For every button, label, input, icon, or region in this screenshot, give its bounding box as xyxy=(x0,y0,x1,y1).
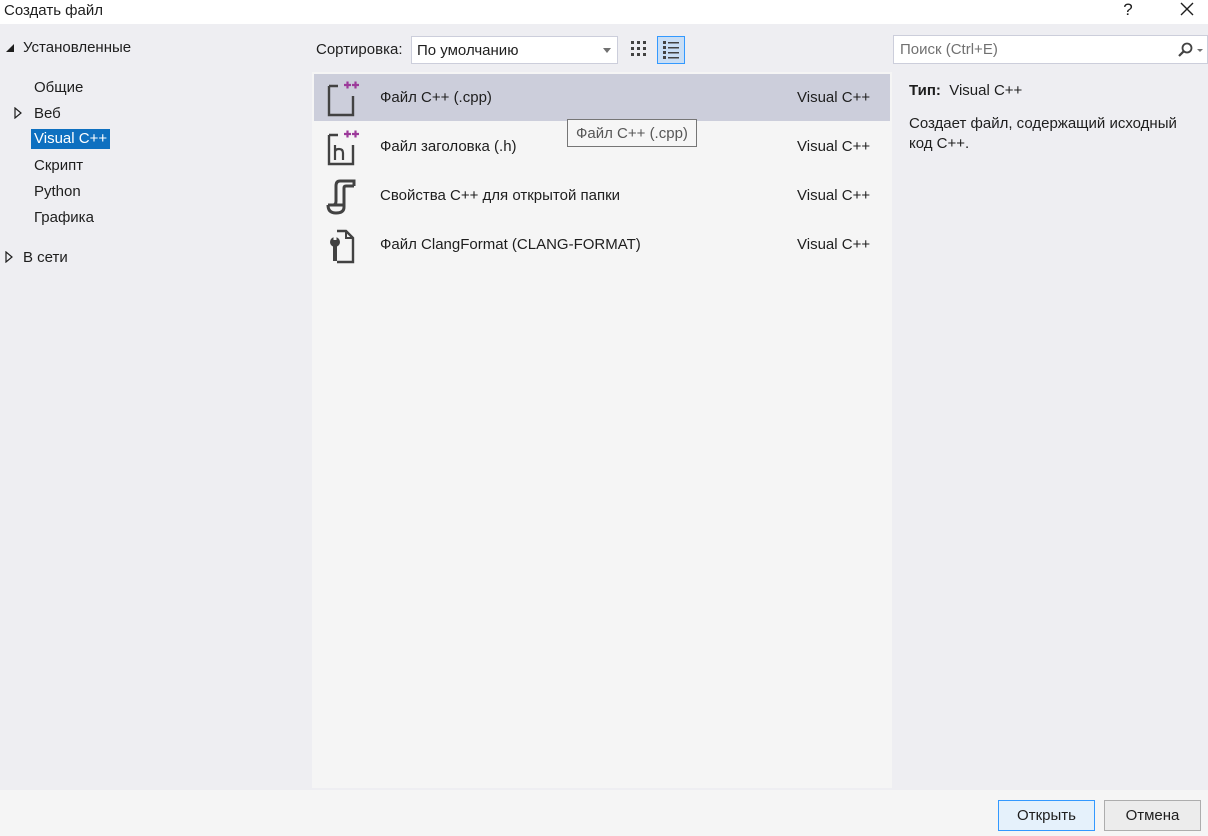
template-name: Файл ClangFormat (CLANG-FORMAT) xyxy=(380,236,641,253)
sort-label: Сортировка: xyxy=(316,41,403,58)
template-name: Файл заголовка (.h) xyxy=(380,138,517,155)
tree-item-web[interactable]: Веб xyxy=(34,105,61,122)
template-language: Visual C++ xyxy=(797,89,871,106)
list-view-button[interactable] xyxy=(657,36,685,64)
header-file-icon xyxy=(327,130,359,166)
template-list: Файл C++ (.cpp) Visual C++ Файл заголовк… xyxy=(312,72,892,788)
close-button[interactable] xyxy=(1174,0,1200,22)
collapsed-arrow-icon[interactable] xyxy=(14,107,22,119)
search-input[interactable] xyxy=(894,36,1164,63)
template-name: Свойства C++ для открытой папки xyxy=(380,187,621,204)
sort-dropdown[interactable]: По умолчанию xyxy=(411,36,618,64)
tree-item-python[interactable]: Python xyxy=(34,183,81,200)
window-title: Создать файл xyxy=(4,2,103,19)
sort-value: По умолчанию xyxy=(417,42,519,59)
template-language: Visual C++ xyxy=(797,236,871,253)
detail-type-value: Visual C++ xyxy=(949,82,1023,99)
expanded-arrow-icon[interactable] xyxy=(5,43,15,53)
list-view-icon xyxy=(663,41,679,59)
small-icons-view-icon xyxy=(631,41,646,56)
template-tooltip: Файл C++ (.cpp) xyxy=(567,119,697,147)
tree-item-visual-cpp[interactable]: Visual C++ xyxy=(31,129,111,149)
tree-item-graphics[interactable]: Графика xyxy=(34,209,94,226)
template-row-cpp-file[interactable]: Файл C++ (.cpp) Visual C++ xyxy=(314,74,890,121)
close-icon xyxy=(1180,2,1194,16)
json-settings-icon xyxy=(326,179,356,215)
tree-node-installed[interactable]: Установленные xyxy=(23,39,131,56)
detail-description: Создает файл, содержащий исходный код C+… xyxy=(909,115,1177,152)
template-name: Файл C++ (.cpp) xyxy=(380,89,492,106)
template-language: Visual C++ xyxy=(797,187,871,204)
cpp-file-icon xyxy=(327,81,359,117)
tree-item-general[interactable]: Общие xyxy=(34,79,83,96)
detail-type-label: Тип: xyxy=(909,82,941,99)
collapsed-arrow-icon[interactable] xyxy=(5,251,13,263)
template-language: Visual C++ xyxy=(797,138,871,155)
tree-item-script[interactable]: Скрипт xyxy=(34,157,83,174)
small-icons-view-button[interactable] xyxy=(626,36,654,64)
search-box xyxy=(893,35,1208,64)
chevron-down-icon xyxy=(603,48,611,53)
template-row-clang-format[interactable]: Файл ClangFormat (CLANG-FORMAT) Visual C… xyxy=(314,221,890,268)
open-button[interactable]: Открыть xyxy=(998,800,1095,831)
template-row-cpp-properties[interactable]: Свойства C++ для открытой папки Visual C… xyxy=(314,172,890,219)
cancel-button[interactable]: Отмена xyxy=(1104,800,1201,831)
category-tree: Установленные Общие Веб Visual C++ Скрип… xyxy=(0,24,312,788)
clang-format-file-icon xyxy=(330,229,355,264)
tree-node-online[interactable]: В сети xyxy=(23,249,68,266)
detail-type: Тип: Visual C++ xyxy=(909,82,1022,99)
title-bar: Создать файл ? xyxy=(0,0,1208,24)
search-icon[interactable] xyxy=(1176,42,1204,58)
help-button[interactable]: ? xyxy=(1119,0,1137,22)
